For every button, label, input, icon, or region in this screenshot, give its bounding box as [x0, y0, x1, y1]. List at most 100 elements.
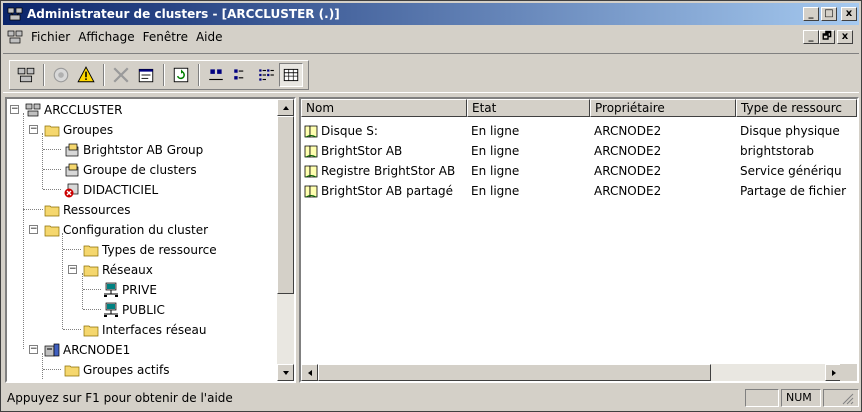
tree-node-interfaces-reseau[interactable]: Interfaces réseau — [83, 320, 206, 340]
tree-label: Interfaces réseau — [102, 323, 207, 337]
cell-type: brightstorab — [740, 144, 815, 158]
minimize-button[interactable]: _ — [803, 7, 819, 21]
scroll-left-button[interactable] — [301, 364, 318, 381]
small-icons-icon — [234, 69, 244, 80]
expander-groupes[interactable]: − — [29, 125, 38, 134]
cell-proprietaire: ARCNODE2 — [594, 124, 662, 138]
properties-button[interactable] — [134, 63, 158, 87]
mdi-close-button[interactable]: x — [837, 30, 853, 44]
status-bar: Appuyez sur F1 pour obtenir de l'aide NU… — [3, 387, 859, 409]
menu-bar: Fichier Affichage Fenêtre Aide _ 🗗 x — [3, 27, 859, 47]
arrow-left-icon — [307, 369, 312, 376]
cluster-tree-pane[interactable]: − − − − − ARCCLUSTER Groupes Brightstor … — [5, 97, 296, 383]
tree-vertical-scrollbar[interactable] — [277, 99, 294, 381]
mdi-restore-button[interactable]: 🗗 — [819, 30, 835, 44]
tree-node-groupe-de-clusters[interactable]: Groupe de clusters — [64, 160, 197, 180]
expander-configuration[interactable]: − — [29, 225, 38, 234]
tree-label: Groupe de clusters — [83, 163, 197, 177]
cell-etat: En ligne — [471, 184, 520, 198]
cluster-icon — [25, 103, 41, 117]
expander-arcnode1[interactable]: − — [29, 345, 38, 354]
column-proprietaire[interactable]: Propriétaire — [590, 99, 736, 117]
mdi-caption-buttons: _ 🗗 x — [803, 30, 853, 44]
list-row[interactable]: Disque S: En ligne ARCNODE2 Disque physi… — [301, 121, 857, 141]
delete-button[interactable] — [109, 63, 133, 87]
mdi-child-icon[interactable] — [7, 29, 23, 45]
list-row[interactable]: BrightStor AB partagé En ligne ARCNODE2 … — [301, 181, 857, 201]
node-online-icon — [53, 67, 69, 83]
large-icons-button[interactable] — [204, 63, 228, 87]
list-icon — [259, 69, 274, 81]
menu-aide[interactable]: Aide — [192, 30, 227, 44]
resource-name: Disque S: — [321, 124, 378, 138]
expander-reseaux[interactable]: − — [68, 265, 77, 274]
tree-guide — [63, 329, 81, 330]
tree-node-brightstor-group[interactable]: Brightstor AB Group — [64, 140, 203, 160]
title-bar[interactable]: Administrateur de clusters - [ARCCLUSTER… — [3, 3, 859, 25]
cell-etat: En ligne — [471, 144, 520, 158]
tree-node-arcnode1[interactable]: ARCNODE1 — [44, 340, 130, 360]
list-row[interactable]: BrightStor AB En ligne ARCNODE2 brightst… — [301, 141, 857, 161]
tree-guide — [83, 309, 101, 310]
column-etat[interactable]: Etat — [467, 99, 590, 117]
list-button[interactable] — [254, 63, 278, 87]
tree-node-didacticiel[interactable]: DIDACTICIEL — [64, 180, 158, 200]
column-nom[interactable]: Nom — [301, 99, 467, 117]
cell-proprietaire: ARCNODE2 — [594, 184, 662, 198]
resource-online-icon — [304, 165, 318, 178]
column-type[interactable]: Type de ressourc — [736, 99, 857, 117]
scroll-thumb[interactable] — [277, 116, 294, 294]
scroll-down-button[interactable] — [277, 364, 294, 381]
properties-icon — [138, 68, 154, 83]
tree-label: Brightstor AB Group — [83, 143, 204, 157]
scroll-thumb[interactable] — [318, 364, 711, 381]
cell-proprietaire: ARCNODE2 — [594, 144, 662, 158]
expander-arccluster[interactable]: − — [10, 105, 19, 114]
arrow-down-icon — [282, 370, 289, 375]
warning-button[interactable] — [74, 63, 98, 87]
resource-name: BrightStor AB — [321, 144, 403, 158]
tree-node-groupes[interactable]: Groupes — [44, 120, 113, 140]
menu-affichage[interactable]: Affichage — [74, 30, 138, 44]
arrow-up-icon — [282, 105, 289, 110]
tree-node-types-de-ressource[interactable]: Types de ressource — [83, 240, 217, 260]
refresh-button[interactable] — [169, 63, 193, 87]
small-icons-button[interactable] — [229, 63, 253, 87]
menu-fenetre[interactable]: Fenêtre — [139, 30, 192, 44]
close-button[interactable]: x — [841, 7, 857, 21]
tree-node-arccluster[interactable]: ARCCLUSTER — [25, 100, 122, 120]
tree-node-configuration[interactable]: Configuration du cluster — [44, 220, 208, 240]
folder-icon — [83, 325, 99, 337]
cluster-group-icon — [65, 143, 79, 157]
resource-name: BrightStor AB partagé — [321, 184, 454, 198]
node-online-button[interactable] — [49, 63, 73, 87]
network-icon — [104, 302, 118, 317]
scroll-up-button[interactable] — [277, 99, 294, 116]
resize-grip-icon[interactable] — [840, 391, 854, 405]
list-row[interactable]: Registre BrightStor AB En ligne ARCNODE2… — [301, 161, 857, 181]
cluster-admin-app-icon — [7, 7, 23, 21]
details-button[interactable] — [279, 63, 303, 87]
network-icon — [104, 282, 118, 297]
mdi-minimize-button[interactable]: _ — [803, 30, 819, 44]
toolbar-separator — [163, 64, 165, 86]
menu-fichier[interactable]: Fichier — [27, 30, 74, 44]
tree-node-groupes-actifs[interactable]: Groupes actifs — [64, 360, 169, 380]
tree-node-public[interactable]: PUBLIC — [103, 300, 165, 320]
tree-guide — [43, 189, 61, 190]
connect-cluster-button[interactable] — [14, 63, 38, 87]
tree-node-prive[interactable]: PRIVE — [103, 280, 157, 300]
cell-nom: Registre BrightStor AB — [301, 163, 467, 179]
cluster-group-icon — [65, 163, 79, 177]
resource-list-pane[interactable]: Nom Etat Propriétaire Type de ressourc D… — [299, 97, 859, 383]
tree-label: Groupes — [63, 123, 114, 137]
list-horizontal-scrollbar[interactable] — [301, 364, 842, 381]
tree-node-reseaux[interactable]: Réseaux — [83, 260, 153, 280]
folder-open-icon — [44, 225, 60, 237]
cell-nom: Disque S: — [301, 123, 467, 139]
maximize-button[interactable]: □ — [821, 7, 837, 21]
scrollbar-corner — [840, 364, 857, 381]
tree-guide — [43, 169, 61, 170]
tree-node-ressources[interactable]: Ressources — [44, 200, 131, 220]
cell-proprietaire: ARCNODE2 — [594, 164, 662, 178]
